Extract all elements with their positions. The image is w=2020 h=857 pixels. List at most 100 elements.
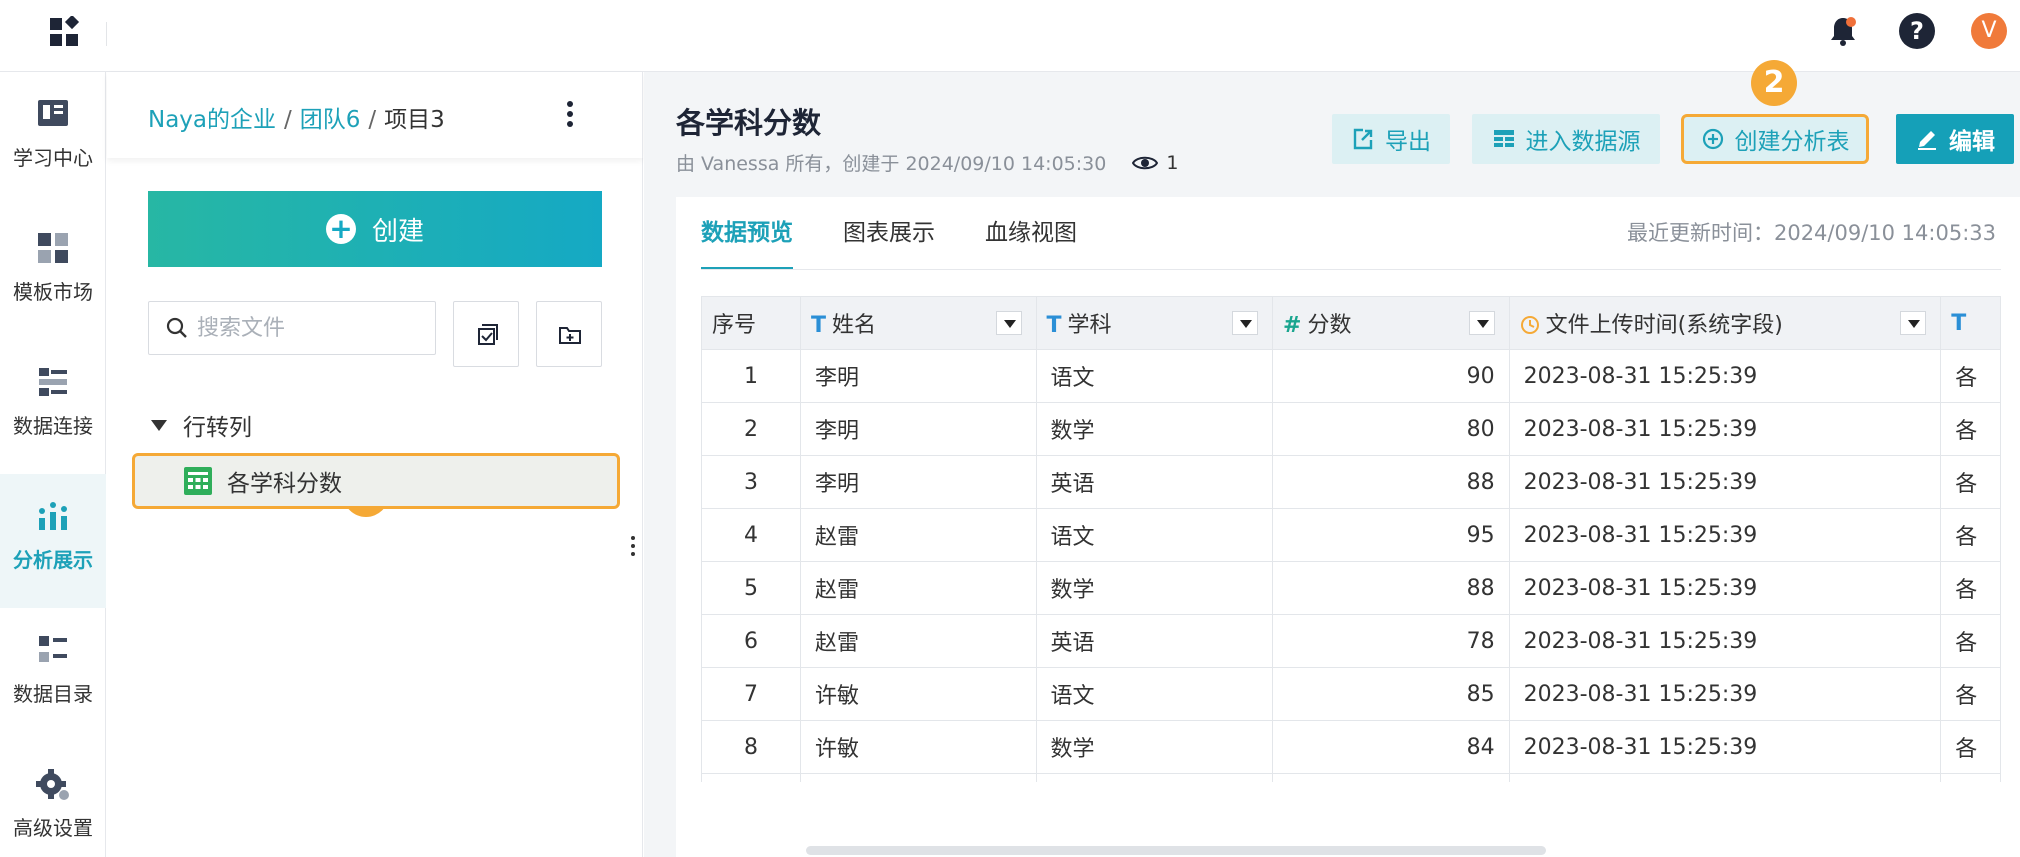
cell-score: 84 <box>1272 720 1510 774</box>
enter-datasource-label: 进入数据源 <box>1525 129 1641 155</box>
edit-button[interactable]: 编辑 <box>1896 114 2014 164</box>
cell-overflow: 各 <box>1940 561 2001 615</box>
cell-score: 78 <box>1272 614 1510 668</box>
export-icon <box>1353 128 1373 150</box>
text-type-icon: T <box>810 313 826 338</box>
preview-card: 数据预览 图表展示 血缘视图 最近更新时间：2024/09/10 14:05:3… <box>676 197 2020 857</box>
new-folder-button[interactable] <box>536 301 602 367</box>
column-header-name[interactable]: T 姓名 <box>799 296 1037 350</box>
help-icon[interactable]: ? <box>1899 13 1935 49</box>
column-header-upload-time[interactable]: 文件上传时间(系统字段) <box>1508 296 1942 350</box>
cell-upload-time: 2023-08-31 15:25:39 <box>1508 455 1942 509</box>
data-table-viewport[interactable]: 序号 T 姓名 T 学科 # 分数 文件上传时间(系统字段) T 1 李明 语文 90 202… <box>701 296 2001 782</box>
cell-subject: 语文 <box>1035 667 1274 721</box>
cell-index: 4 <box>701 508 801 562</box>
table-row[interactable]: 5 赵雷 数学 88 2023-08-31 15:25:39 各 <box>701 561 2001 615</box>
nav-item-data-catalog[interactable]: 数据目录 <box>0 608 106 742</box>
create-button[interactable]: + 创建 <box>148 191 602 267</box>
cell-score: 87 <box>1272 773 1510 782</box>
breadcrumb-team[interactable]: 团队6 <box>300 107 361 133</box>
page-title: 各学科分数 <box>676 106 822 140</box>
column-header-label: 姓名 <box>832 313 877 338</box>
main-content: 各学科分数 由 Vanessa 所有，创建于 2024/09/10 14:05:… <box>644 60 2020 857</box>
export-button[interactable]: 导出 <box>1332 114 1450 164</box>
breadcrumb: Naya的企业 / 团队6 / 项目3 <box>148 100 445 134</box>
nav-item-template-market[interactable]: 模板市场 <box>0 206 106 340</box>
top-bar: ? V <box>0 0 2020 72</box>
column-menu-dropdown[interactable] <box>1232 311 1259 335</box>
column-menu-dropdown[interactable] <box>1468 311 1495 335</box>
table-row[interactable]: 1 李明 语文 90 2023-08-31 15:25:39 各 <box>701 349 2001 403</box>
last-updated: 最近更新时间：2024/09/10 14:05:33 <box>1627 197 1996 269</box>
enter-datasource-button[interactable]: 进入数据源 <box>1472 114 1660 164</box>
main-nav-rail: 学习中心 模板市场 数据连接 分析展示 数据目录 高级设置 <box>0 72 106 857</box>
file-name: 各学科分数 <box>227 471 342 497</box>
table-row[interactable]: 9许敏英语872023-08-31 15:25:39各 <box>701 773 2001 782</box>
table-row[interactable]: 3 李明 英语 88 2023-08-31 15:25:39 各 <box>701 455 2001 509</box>
text-type-icon: T <box>1951 310 1967 336</box>
tab-lineage-view[interactable]: 血缘视图 <box>985 197 1077 269</box>
column-menu-dropdown[interactable] <box>1900 311 1927 335</box>
cell-name: 赵雷 <box>799 508 1037 562</box>
cell-upload-time: 2023-08-31 15:25:39 <box>1508 720 1942 774</box>
caret-down-icon[interactable] <box>151 419 167 431</box>
multi-select-button[interactable] <box>453 301 519 367</box>
cell-subject: 数学 <box>1035 561 1274 615</box>
table-row[interactable]: 2 李明 数学 80 2023-08-31 15:25:39 各 <box>701 402 2001 456</box>
search-input[interactable] <box>197 312 427 344</box>
column-header-subject[interactable]: T 学科 <box>1035 296 1274 350</box>
tab-chart-display[interactable]: 图表展示 <box>843 197 935 269</box>
avatar[interactable]: V <box>1971 13 2007 49</box>
datasource-icon <box>1493 130 1514 147</box>
cell-score: 88 <box>1272 455 1510 509</box>
file-panel: Naya的企业/团队6/项目3 + 创建 行 <box>107 72 643 857</box>
nav-label: 分析展示 <box>13 548 93 572</box>
search-icon <box>166 317 187 338</box>
column-header-overflow[interactable]: T <box>1940 296 2001 350</box>
cell-name: 赵雷 <box>799 614 1037 668</box>
database-icon <box>39 368 67 396</box>
nav-item-learning-center[interactable]: 学习中心 <box>0 72 106 206</box>
create-analysis-table-button[interactable]: 创建分析表 <box>1681 114 1869 164</box>
table-row[interactable]: 6 赵雷 英语 78 2023-08-31 15:25:39 各 <box>701 614 2001 668</box>
cell-index: 3 <box>701 455 801 509</box>
horizontal-scrollbar[interactable] <box>806 846 1546 855</box>
cell-upload-time: 2023-08-31 15:25:39 <box>1508 614 1942 668</box>
cell-subject: 语文 <box>1035 508 1274 562</box>
cell-upload-time: 2023-08-31 15:25:39 <box>1508 667 1942 721</box>
cell-overflow: 各 <box>1940 402 2001 456</box>
column-header-score[interactable]: # 分数 <box>1272 296 1510 350</box>
chart-icon <box>39 502 67 530</box>
breadcrumb-enterprise[interactable]: Naya的企业 <box>148 107 276 133</box>
table-row[interactable]: 8 许敏 数学 84 2023-08-31 15:25:39 各 <box>701 720 2001 774</box>
search-box[interactable] <box>148 301 436 355</box>
cell-index: 7 <box>701 667 801 721</box>
add-circle-icon <box>1702 128 1723 150</box>
nav-label: 数据连接 <box>13 414 93 438</box>
folder-item[interactable]: 行转列 <box>151 405 252 445</box>
cell-index: 5 <box>701 561 801 615</box>
nav-item-analysis-display[interactable]: 分析展示 <box>0 474 106 608</box>
column-menu-dropdown[interactable] <box>995 311 1022 335</box>
table-row[interactable]: 4 赵雷 语文 95 2023-08-31 15:25:39 各 <box>701 508 2001 562</box>
tab-data-preview[interactable]: 数据预览 <box>701 197 793 270</box>
table-header-row: 序号 T 姓名 T 学科 # 分数 文件上传时间(系统字段) T <box>701 296 2001 350</box>
nav-item-data-connection[interactable]: 数据连接 <box>0 340 106 474</box>
folder-name: 行转列 <box>183 415 252 441</box>
cell-name: 许敏 <box>799 773 1037 782</box>
more-options-icon[interactable] <box>562 98 578 130</box>
panel-resize-handle[interactable] <box>629 534 637 558</box>
cell-score: 80 <box>1272 402 1510 456</box>
bell-icon[interactable] <box>1826 14 1860 48</box>
cell-subject: 英语 <box>1035 455 1274 509</box>
file-item-selected[interactable]: 各学科分数 <box>132 453 620 509</box>
last-updated-label: 最近更新时间： <box>1626 221 1774 245</box>
cell-name: 李明 <box>799 349 1037 403</box>
cell-overflow: 各 <box>1940 508 2001 562</box>
nav-item-advanced-settings[interactable]: 高级设置 <box>0 742 106 857</box>
eye-icon <box>1132 156 1159 169</box>
cell-score: 88 <box>1272 561 1510 615</box>
table-row[interactable]: 7 许敏 语文 85 2023-08-31 15:25:39 各 <box>701 667 2001 721</box>
apps-grid-icon[interactable] <box>48 16 82 50</box>
cell-name: 赵雷 <box>799 561 1037 615</box>
